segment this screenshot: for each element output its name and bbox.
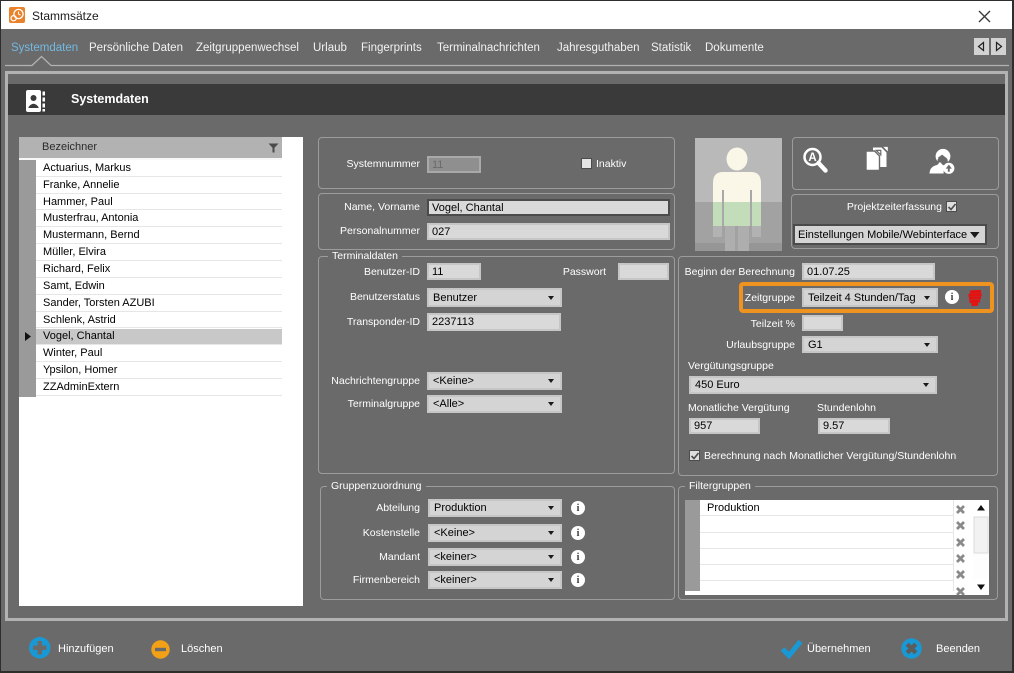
svg-text:A: A bbox=[808, 152, 816, 164]
